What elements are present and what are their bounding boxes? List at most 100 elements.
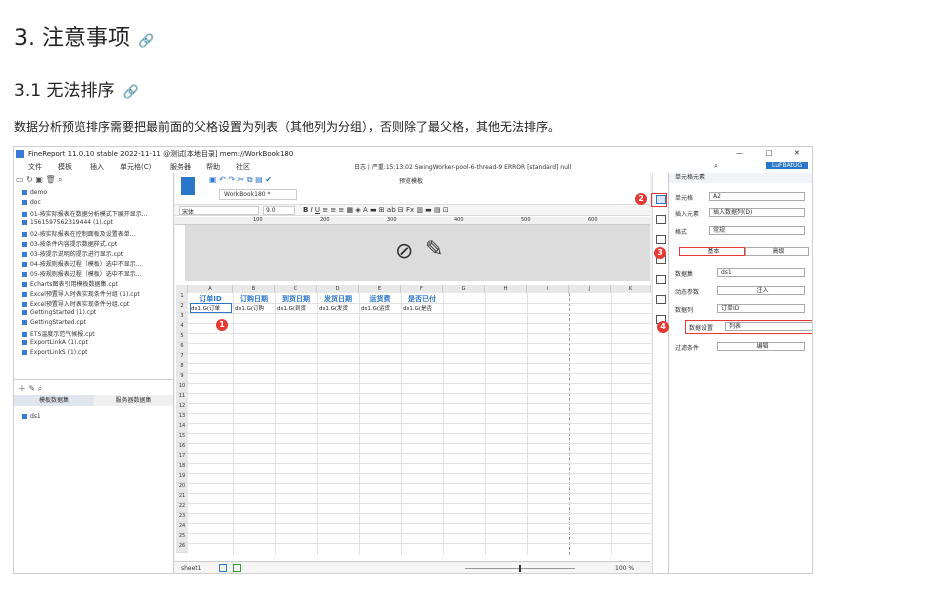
insert-select[interactable]: 插入数据列(D) bbox=[709, 208, 805, 217]
anchor-link-icon[interactable]: 🔗 bbox=[122, 85, 138, 100]
data-cell[interactable]: ds1.G(发货 bbox=[319, 304, 359, 312]
paste-icon[interactable]: ▤ bbox=[255, 175, 263, 184]
row-header[interactable]: 15 bbox=[176, 433, 188, 443]
spreadsheet-grid[interactable]: A B C D E F G H I J K 1 2 3 4 5 6 7 8 9 … bbox=[176, 285, 651, 561]
tree-item[interactable]: 1561597562319444 (1).cpt bbox=[22, 219, 113, 226]
row-header[interactable]: 9 bbox=[176, 373, 188, 383]
header-cell[interactable]: 到货日期 bbox=[275, 294, 317, 303]
bold-button[interactable]: B bbox=[303, 206, 308, 214]
row-header[interactable]: 19 bbox=[176, 473, 188, 483]
row-header[interactable]: 26 bbox=[176, 543, 188, 553]
cell-input[interactable]: A2 bbox=[709, 192, 805, 201]
row-header[interactable]: 13 bbox=[176, 413, 188, 423]
menu-template[interactable]: 模板 bbox=[58, 162, 72, 172]
list-icon[interactable] bbox=[656, 275, 666, 284]
filter-button[interactable]: 编辑 bbox=[717, 342, 805, 351]
col-header[interactable]: A bbox=[188, 285, 233, 293]
menu-cell[interactable]: 单元格(C) bbox=[120, 162, 151, 172]
tree-item[interactable]: doc bbox=[22, 199, 41, 206]
search-icon[interactable]: ⌕ bbox=[38, 384, 42, 393]
tree-item[interactable]: ETS温度示范气候报.cpt bbox=[22, 329, 95, 338]
save-icon[interactable]: ▣ bbox=[35, 175, 43, 184]
header-cell[interactable]: 订单ID bbox=[188, 294, 233, 303]
italic-button[interactable]: I bbox=[311, 206, 313, 214]
setting-select[interactable]: 列表 bbox=[725, 322, 812, 331]
tree-item[interactable]: ExportLinkS (1).cpt bbox=[22, 349, 88, 356]
add-report-sheet-icon[interactable] bbox=[233, 564, 241, 572]
col-header[interactable]: I bbox=[527, 285, 569, 293]
tree-item[interactable]: 02-按实际报表在控制面板及设置表单... bbox=[22, 229, 136, 238]
row-header[interactable]: 21 bbox=[176, 493, 188, 503]
anchor-link-icon[interactable]: 🔗 bbox=[138, 34, 154, 49]
row-header[interactable]: 14 bbox=[176, 423, 188, 433]
col-header[interactable]: K bbox=[611, 285, 651, 293]
tree-item[interactable]: 03-按条件内容提示数据样式.cpt bbox=[22, 239, 117, 248]
underline-button[interactable]: U bbox=[315, 206, 320, 214]
row-header[interactable]: 20 bbox=[176, 483, 188, 493]
dataset-item[interactable]: ds1 bbox=[22, 413, 41, 420]
cut-icon[interactable]: ✂ bbox=[238, 175, 245, 184]
menu-server[interactable]: 服务器 bbox=[170, 162, 191, 172]
tree-item[interactable]: ExportLinkA (1).cpt bbox=[22, 339, 88, 346]
user-badge[interactable]: LuFBAtUG bbox=[766, 162, 808, 169]
tab-basic[interactable]: 基本 bbox=[679, 247, 745, 256]
row-header[interactable]: 10 bbox=[176, 383, 188, 393]
header-cell[interactable]: 运货费 bbox=[359, 294, 401, 303]
tree-item[interactable]: Excel预置导入时表实现条件分组.cpt bbox=[22, 299, 129, 308]
link-icon[interactable] bbox=[656, 295, 666, 304]
tab-advanced[interactable]: 高级 bbox=[745, 247, 809, 256]
row-header[interactable]: 7 bbox=[176, 353, 188, 363]
sheet-tab[interactable]: sheet1 bbox=[181, 565, 201, 572]
brush-icon[interactable]: ✔ bbox=[265, 175, 272, 184]
row-header[interactable]: 16 bbox=[176, 443, 188, 453]
redo-icon[interactable]: ↷ bbox=[228, 175, 235, 184]
preview-button[interactable]: 预览模板 bbox=[399, 176, 423, 185]
refresh-icon[interactable]: ↻ bbox=[26, 175, 33, 184]
data-cell[interactable]: ds1.G(是否 bbox=[403, 304, 443, 312]
header-cell[interactable]: 是否已付 bbox=[401, 294, 443, 303]
zoom-slider-thumb[interactable] bbox=[519, 565, 521, 572]
col-header[interactable]: B bbox=[233, 285, 275, 293]
menu-insert[interactable]: 插入 bbox=[90, 162, 104, 172]
header-cell[interactable]: 发货日期 bbox=[317, 294, 359, 303]
font-size-select[interactable]: 9.0 bbox=[263, 206, 295, 215]
col-header[interactable]: F bbox=[401, 285, 443, 293]
row-header[interactable]: 8 bbox=[176, 363, 188, 373]
search-icon[interactable]: ⌕ bbox=[714, 162, 718, 171]
header-cell[interactable]: 订购日期 bbox=[233, 294, 275, 303]
tree-item[interactable]: 03-按提示说明的提示进行显示.cpt bbox=[22, 249, 123, 258]
dynparam-button[interactable]: 注入 bbox=[717, 286, 805, 295]
tab-template-dataset[interactable]: 模板数据集 bbox=[14, 395, 94, 406]
widget-icon[interactable] bbox=[656, 235, 666, 244]
tree-item[interactable]: 01-按实际报表在数据分析模式下展开显示... bbox=[22, 209, 148, 218]
tree-item[interactable]: 05-按规则报表过程（模板）选中不显示... bbox=[22, 269, 142, 278]
tree-item[interactable]: demo bbox=[22, 189, 47, 196]
row-header[interactable]: 23 bbox=[176, 513, 188, 523]
save-icon[interactable]: ▣ bbox=[209, 175, 217, 184]
edit-icon[interactable]: ✎ bbox=[29, 384, 36, 393]
style-select[interactable]: 常规 bbox=[709, 226, 805, 235]
minimize-button[interactable]: — bbox=[736, 149, 743, 157]
row-header[interactable]: 24 bbox=[176, 523, 188, 533]
data-cell[interactable]: ds1.G(运货 bbox=[361, 304, 401, 312]
menu-help[interactable]: 帮助 bbox=[206, 162, 220, 172]
search-icon[interactable]: ⌕ bbox=[58, 175, 62, 184]
col-header[interactable]: D bbox=[317, 285, 359, 293]
row-header[interactable]: 1 bbox=[176, 293, 188, 303]
row-header[interactable]: 5 bbox=[176, 333, 188, 343]
col-header[interactable]: H bbox=[485, 285, 527, 293]
hide-eye-icon[interactable]: ⊘ bbox=[395, 239, 413, 264]
close-button[interactable]: ✕ bbox=[794, 149, 800, 157]
datacol-select[interactable]: 订单ID bbox=[717, 304, 805, 313]
edit-pencil-icon[interactable]: ✎ bbox=[425, 237, 443, 262]
tree-item[interactable]: Excel预置导入时表实现条件分组 (1).cpt bbox=[22, 289, 140, 298]
tree-item[interactable]: GettingStarted.cpt bbox=[22, 319, 86, 326]
cell-attr-icon[interactable] bbox=[656, 215, 666, 224]
maximize-button[interactable]: □ bbox=[766, 149, 773, 157]
col-header[interactable]: G bbox=[443, 285, 485, 293]
undo-icon[interactable]: ↶ bbox=[219, 175, 226, 184]
menu-community[interactable]: 社区 bbox=[236, 162, 250, 172]
row-header[interactable]: 17 bbox=[176, 453, 188, 463]
tree-item[interactable]: 04-按规则报表过程（模板）选中不显示... bbox=[22, 259, 142, 268]
row-header[interactable]: 18 bbox=[176, 463, 188, 473]
